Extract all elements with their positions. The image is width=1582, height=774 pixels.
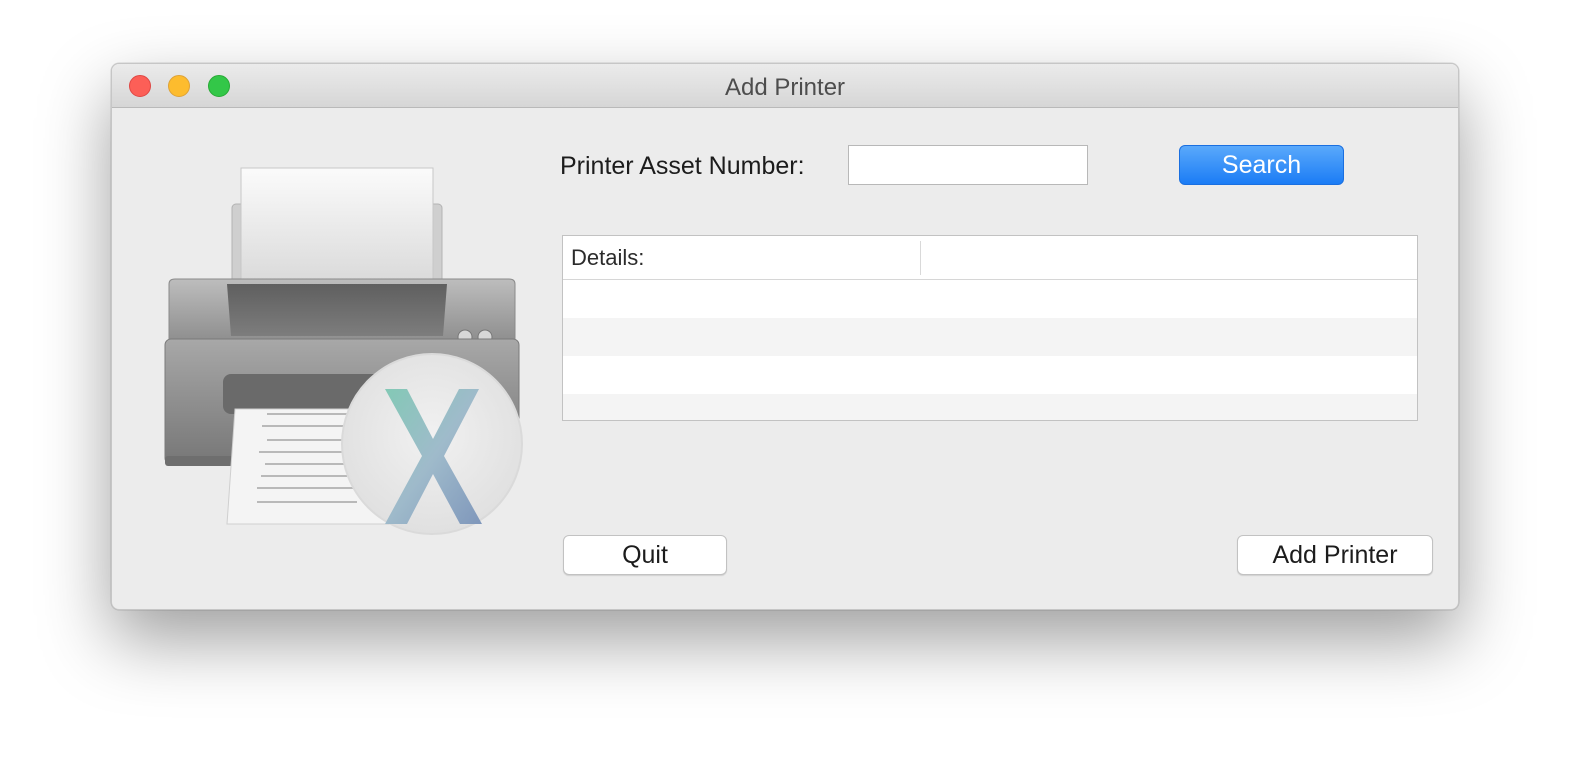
details-table[interactable]: Details:: [562, 235, 1418, 421]
table-row[interactable]: [563, 356, 1417, 394]
table-row[interactable]: [563, 318, 1417, 356]
table-row[interactable]: [563, 394, 1417, 420]
os-x-badge-icon: [341, 353, 523, 535]
column-header-value[interactable]: [920, 236, 1417, 279]
add-printer-button[interactable]: Add Printer: [1237, 535, 1433, 575]
column-header-details[interactable]: Details:: [563, 236, 920, 279]
add-printer-window: Add Printer Printer Asset Number: Search…: [111, 63, 1459, 610]
asset-number-label: Printer Asset Number:: [560, 152, 805, 180]
quit-button[interactable]: Quit: [563, 535, 727, 575]
title-bar[interactable]: Add Printer: [112, 64, 1458, 108]
window-title: Add Printer: [724, 74, 846, 101]
table-row[interactable]: [563, 280, 1417, 318]
printer-icon: [164, 167, 523, 535]
search-button[interactable]: Search: [1179, 145, 1344, 185]
asset-number-input[interactable]: [848, 145, 1088, 185]
details-table-header: Details:: [563, 236, 1417, 280]
